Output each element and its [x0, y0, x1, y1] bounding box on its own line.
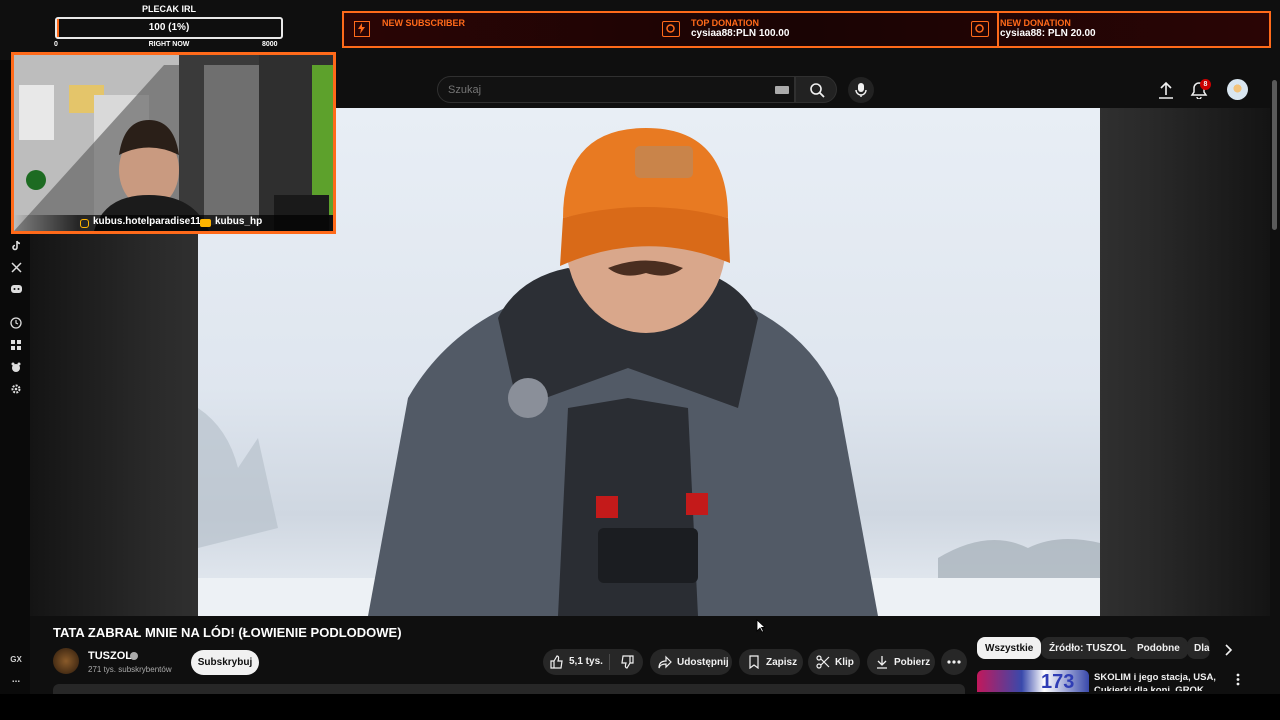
plecak-progress-text: 100 (1%): [148, 22, 190, 33]
download-label: Pobierz: [894, 656, 931, 668]
download-button[interactable]: Pobierz: [867, 649, 935, 675]
mods-icon[interactable]: [9, 339, 23, 353]
gx-label[interactable]: GX: [9, 653, 23, 667]
clip-label: Klip: [835, 656, 854, 668]
scrollbar-thumb[interactable]: [1272, 80, 1277, 230]
notifications-icon[interactable]: 8: [1190, 79, 1211, 104]
bookmark-icon: [749, 655, 759, 669]
instagram-handle: kubus.hotelparadise11: [93, 216, 201, 227]
save-label: Zapisz: [766, 656, 798, 668]
plecak-progress-bar: 100 (1%): [55, 17, 283, 39]
alert-label-top-donation: TOP DONATION: [691, 18, 760, 28]
avatar[interactable]: [1227, 79, 1248, 100]
save-button[interactable]: Zapisz: [739, 649, 803, 675]
alert-label-new-donation: NEW DONATION: [1000, 18, 1071, 28]
video-title: TATA ZABRAŁ MNIE NA LÓD! (ŁOWIENIE PODLO…: [53, 625, 402, 640]
chip-related[interactable]: Podobne: [1129, 637, 1188, 659]
alert-label-subscriber: NEW SUBSCRIBER: [382, 18, 466, 28]
channel-name[interactable]: TUSZOL: [88, 650, 132, 662]
webcam-overlay: kubus.hotelparadise11 kubus_hp: [11, 52, 336, 234]
notification-badge: 8: [1200, 79, 1211, 90]
bottom-bar: [0, 694, 1280, 720]
like-icon[interactable]: [550, 655, 564, 674]
verified-icon: [130, 652, 138, 660]
alert-value-top-donation: cysiaa88:PLN 100.00: [691, 28, 790, 39]
search-button[interactable]: [795, 76, 837, 103]
webcam-frame-illustration: [14, 55, 333, 231]
description-box[interactable]: [53, 684, 965, 694]
chevron-right-icon[interactable]: [1224, 643, 1233, 661]
search-icon: [810, 83, 825, 98]
settings-icon[interactable]: [9, 383, 23, 397]
like-count[interactable]: 5,1 tys.: [569, 656, 603, 667]
plecak-mid: RIGHT NOW: [148, 41, 190, 48]
microphone-icon: [855, 83, 867, 97]
share-icon: [658, 655, 672, 669]
history-icon[interactable]: [9, 317, 23, 331]
youtube-icon: [200, 219, 211, 227]
subscriber-count: 271 tys. subskrybentów: [88, 665, 172, 674]
dislike-icon[interactable]: [620, 655, 634, 674]
share-label: Udostępnij: [677, 656, 729, 668]
alert-divider: [997, 13, 999, 46]
tiktok-icon[interactable]: [9, 240, 23, 254]
more-horizontal-icon: [947, 660, 961, 664]
like-divider: [609, 654, 610, 670]
alert-value-new-donation: cysiaa88: PLN 20.00: [1000, 28, 1096, 39]
download-icon: [877, 656, 887, 669]
mouse-cursor-icon: [756, 619, 767, 638]
chip-source[interactable]: Źródło: TUSZOL: [1041, 637, 1135, 659]
recommendation-title-1[interactable]: SKOLIM i jego stacja, USA,: [1094, 672, 1216, 683]
recommendation-title-2[interactable]: Cukierki dla koni, GROK: [1094, 685, 1204, 691]
x-twitter-icon[interactable]: [9, 262, 23, 276]
search-input[interactable]: [438, 77, 738, 102]
extension-icon[interactable]: [9, 361, 23, 375]
top-donation-icon: [662, 21, 680, 37]
new-donation-icon: [971, 21, 989, 37]
subscribe-button[interactable]: Subskrybuj: [191, 650, 259, 675]
instagram-icon: [80, 219, 89, 228]
chip-all[interactable]: Wszystkie: [977, 637, 1042, 659]
subscriber-alert-icon: [354, 21, 370, 37]
plecak-title: PLECAK IRL: [142, 4, 196, 14]
alerts-strip: NEW SUBSCRIBER TOP DONATION cysiaa88:PLN…: [342, 11, 1271, 48]
chip-for-you[interactable]: Dla: [1187, 637, 1210, 659]
voice-search-button[interactable]: [848, 77, 874, 103]
more-actions-button[interactable]: [941, 649, 967, 675]
share-button[interactable]: Udostępnij: [650, 649, 732, 675]
thumbnail-number: 173: [1041, 671, 1075, 692]
plecak-max: 8000: [262, 41, 278, 48]
recommendation-thumbnail[interactable]: 173: [977, 670, 1089, 692]
upload-icon[interactable]: [1158, 81, 1174, 104]
youtube-handle: kubus_hp: [215, 216, 263, 227]
clip-button[interactable]: Klip: [808, 649, 860, 675]
channel-avatar[interactable]: [53, 648, 79, 674]
plecak-progress-fill: [57, 19, 60, 37]
scissors-icon: [816, 655, 830, 669]
more-options-icon[interactable]: ...: [9, 673, 23, 687]
more-vertical-icon[interactable]: [1236, 673, 1240, 691]
search-box[interactable]: [437, 76, 795, 103]
keyboard-icon[interactable]: [775, 86, 789, 94]
discord-icon[interactable]: [9, 284, 23, 298]
